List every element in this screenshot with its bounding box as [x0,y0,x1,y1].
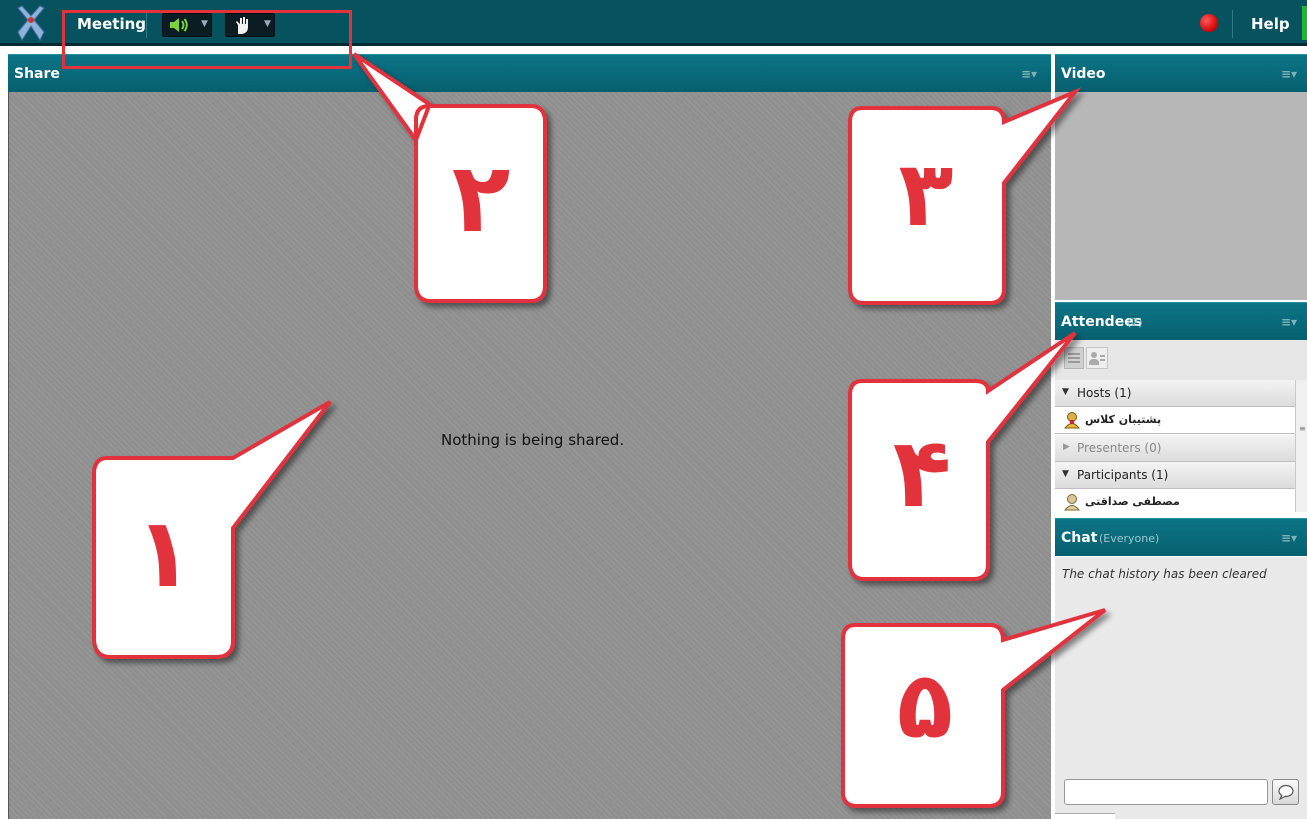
callout-4-number: ۴ [892,417,952,529]
callout-3-number: ۳ [898,142,954,247]
callout-2-number: ۲ [451,142,511,254]
callout-5-number: ۵ [896,652,954,759]
callout-1-number: ۱ [134,497,194,609]
annotation-callouts [92,52,1107,808]
